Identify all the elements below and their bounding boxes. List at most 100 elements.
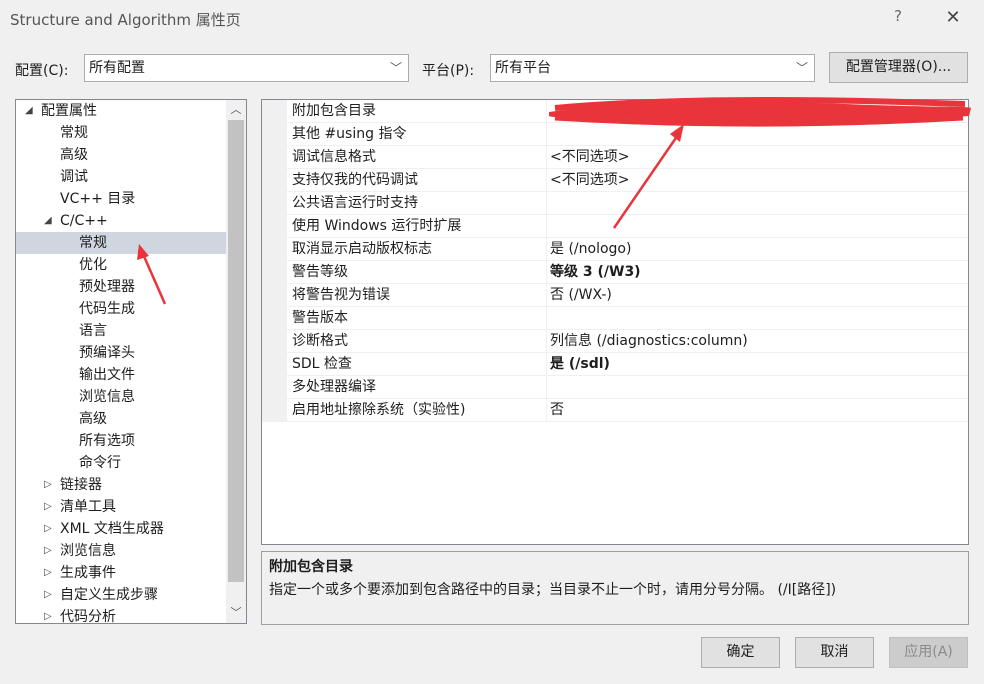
property-value[interactable]: 否 (/WX-) [550,284,964,307]
tree-node-label: 代码生成 [79,301,135,317]
property-name: 警告版本 [292,310,348,326]
chevron-down-icon: ﹀ [795,61,808,75]
tree-node-label: 清单工具 [60,499,116,515]
tree-node-label: 命令行 [79,455,121,471]
tree-node[interactable]: ◢ C/C++ [16,210,226,232]
row-gutter [262,169,287,192]
description-text: 指定一个或多个要添加到包含路径中的目录；当目录不止一个时，请用分号分隔。 (/I… [269,582,837,598]
close-button[interactable]: ✕ [940,4,966,32]
tree-node[interactable]: ▷ 链接器 [16,474,226,496]
property-name: 将警告视为错误 [292,287,390,303]
row-gutter [262,146,287,169]
property-value[interactable] [550,376,964,399]
description-title: 附加包含目录 [269,559,353,575]
property-row[interactable]: 将警告视为错误 否 (/WX-) [262,284,968,307]
property-value[interactable]: 等级 3 (/W3) [550,261,964,284]
column-divider[interactable] [546,284,547,307]
tree-node[interactable]: 输出文件 [16,364,226,386]
tree-node-label: 生成事件 [60,565,116,581]
column-divider[interactable] [546,169,547,192]
property-value[interactable]: 列信息 (/diagnostics:column) [550,330,964,353]
column-divider[interactable] [546,146,547,169]
tree-node[interactable]: 常规 [16,232,226,254]
tree-node-label: 链接器 [60,477,102,493]
column-divider[interactable] [546,353,547,376]
tree-node[interactable]: 常规 [16,122,226,144]
tree-node[interactable]: 浏览信息 [16,386,226,408]
column-divider[interactable] [546,307,547,330]
chevron-down-icon: ﹀ [389,61,402,75]
tree-node[interactable]: ▷ 自定义生成步骤 [16,584,226,606]
scroll-thumb[interactable] [228,120,244,582]
expand-icon[interactable]: ▷ [44,518,52,540]
apply-button[interactable]: 应用(A) [889,637,968,668]
property-value[interactable]: 是 (/nologo) [550,238,964,261]
scroll-down-icon[interactable]: ﹀ [226,603,246,623]
column-divider[interactable] [546,376,547,399]
property-value[interactable]: 是 (/sdl) [550,353,964,376]
tree-node[interactable]: ▷ 生成事件 [16,562,226,584]
scroll-up-icon[interactable]: ︿ [226,100,246,120]
tree-node[interactable]: 语言 [16,320,226,342]
property-name: 启用地址擦除系统（实验性) [292,402,466,418]
row-gutter [262,284,287,307]
expand-icon[interactable]: ▷ [44,540,52,562]
help-button[interactable]: ? [888,7,908,29]
property-row[interactable]: 取消显示启动版权标志 是 (/nologo) [262,238,968,261]
property-row[interactable]: SDL 检查 是 (/sdl) [262,353,968,376]
expand-icon[interactable]: ▷ [44,496,52,518]
column-divider[interactable] [546,215,547,238]
tree-node[interactable]: 代码生成 [16,298,226,320]
tree-list: ◢ 配置属性 常规 高级 调试 VC++ 目录 ◢ C/C++ 常规 优化 预处理器 代码生成 语言 预编… [16,100,226,623]
tree-node[interactable]: VC++ 目录 [16,188,226,210]
column-divider[interactable] [546,261,547,284]
ok-button[interactable]: 确定 [701,637,780,668]
property-row[interactable]: 诊断格式 列信息 (/diagnostics:column) [262,330,968,353]
property-value[interactable] [550,307,964,330]
tree-node[interactable]: ▷ 清单工具 [16,496,226,518]
tree-node[interactable]: 优化 [16,254,226,276]
tree-node[interactable]: ▷ 代码分析 [16,606,226,623]
property-value[interactable]: 否 [550,399,964,422]
property-row[interactable]: 警告等级 等级 3 (/W3) [262,261,968,284]
tree-node[interactable]: ▷ 浏览信息 [16,540,226,562]
expand-icon[interactable]: ▷ [44,584,52,606]
property-name: 支持仅我的代码调试 [292,172,418,188]
row-gutter [262,238,287,261]
tree-node[interactable]: 命令行 [16,452,226,474]
column-divider[interactable] [546,192,547,215]
property-row[interactable]: 警告版本 [262,307,968,330]
platform-dropdown[interactable]: 所有平台 ﹀ [490,54,815,82]
tree-node[interactable]: ▷ XML 文档生成器 [16,518,226,540]
config-manager-button[interactable]: 配置管理器(O)... [829,52,968,83]
expand-icon[interactable]: ▷ [44,474,52,496]
collapse-icon[interactable]: ◢ [25,100,33,122]
collapse-icon[interactable]: ◢ [44,210,52,232]
tree-node[interactable]: 高级 [16,408,226,430]
tree-scrollbar[interactable]: ︿ ﹀ [226,100,246,623]
cancel-button[interactable]: 取消 [795,637,874,668]
expand-icon[interactable]: ▷ [44,606,52,623]
tree-node[interactable]: ◢ 配置属性 [16,100,226,122]
column-divider[interactable] [546,399,547,422]
property-name: 诊断格式 [292,333,348,349]
expand-icon[interactable]: ▷ [44,562,52,584]
tree-node[interactable]: 高级 [16,144,226,166]
config-dropdown-value: 所有配置 [89,60,145,76]
tree-node[interactable]: 调试 [16,166,226,188]
tree-node[interactable]: 预编译头 [16,342,226,364]
property-row[interactable]: 多处理器编译 [262,376,968,399]
column-divider[interactable] [546,238,547,261]
tree-node-label: 所有选项 [79,433,135,449]
config-label: 配置(C): [15,63,69,79]
tree-node[interactable]: 预处理器 [16,276,226,298]
property-name: 调试信息格式 [292,149,376,165]
config-dropdown[interactable]: 所有配置 ﹀ [84,54,409,82]
tree-node[interactable]: 所有选项 [16,430,226,452]
property-name: 公共语言运行时支持 [292,195,418,211]
column-divider[interactable] [546,330,547,353]
window-title: Structure and Algorithm 属性页 [10,11,241,29]
row-gutter [262,215,287,238]
property-row[interactable]: 启用地址擦除系统（实验性) 否 [262,399,968,422]
row-gutter [262,123,287,146]
